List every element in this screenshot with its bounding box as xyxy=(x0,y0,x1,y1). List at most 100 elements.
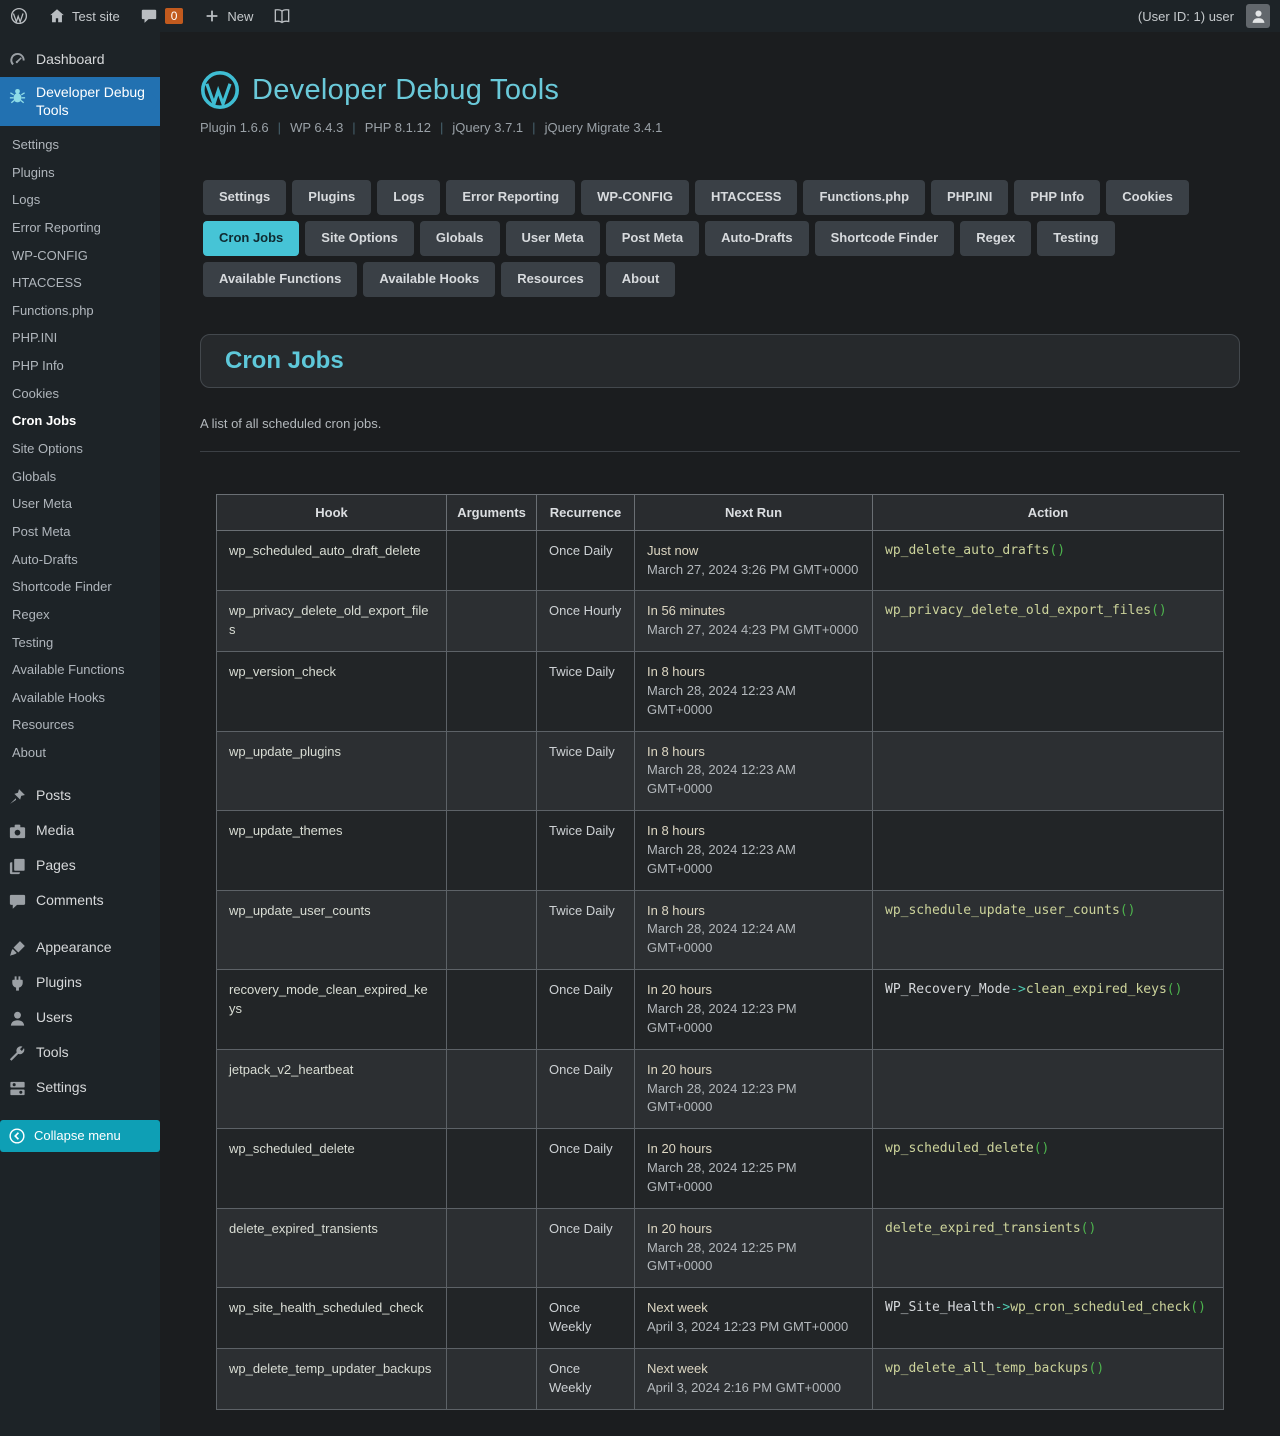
collapse-icon xyxy=(8,1127,26,1145)
menu-label: Comments xyxy=(36,892,104,909)
sidebar-item-tools[interactable]: Tools xyxy=(0,1036,160,1071)
submenu-item-functions.php[interactable]: Functions.php xyxy=(0,297,160,325)
tab-htaccess[interactable]: HTACCESS xyxy=(694,180,798,215)
submenu-item-about[interactable]: About xyxy=(0,739,160,767)
submenu-item-settings[interactable]: Settings xyxy=(0,131,160,159)
table-row: wp_delete_temp_updater_backups Once Weekl… xyxy=(216,1347,1224,1410)
action-cell xyxy=(872,651,1224,732)
next-run-relative: In 20 hours xyxy=(647,1220,713,1236)
divider xyxy=(200,450,1240,452)
pin-icon xyxy=(8,787,27,806)
submenu-item-logs[interactable]: Logs xyxy=(0,186,160,214)
submenu-item-auto-drafts[interactable]: Auto-Drafts xyxy=(0,546,160,574)
arguments-cell xyxy=(446,969,537,1050)
sidebar-item-media[interactable]: Media xyxy=(0,814,160,849)
submenu-item-available-functions[interactable]: Available Functions xyxy=(0,656,160,684)
recurrence-cell: Twice Daily xyxy=(536,730,635,812)
main-area: Developer Debug Tools Plugin 1.6.6 | WP 6.… xyxy=(160,0,1280,1436)
dashboard-icon xyxy=(8,50,27,69)
tab-logs[interactable]: Logs xyxy=(377,180,441,215)
column-header-recurrence: Recurrence xyxy=(536,493,635,531)
table-row: wp_update_user_counts Twice Daily In 8 hou… xyxy=(216,889,1224,971)
menu-label: Posts xyxy=(36,787,72,804)
tab-php.ini[interactable]: PHP.INI xyxy=(931,180,1009,215)
meta-item: PHP 8.1.12 xyxy=(364,120,431,135)
submenu-item-shortcode-finder[interactable]: Shortcode Finder xyxy=(0,573,160,601)
sidebar-item-comments[interactable]: Comments xyxy=(0,884,160,919)
action-cell xyxy=(872,730,1224,812)
tab-cookies[interactable]: Cookies xyxy=(1106,180,1189,215)
table-row: recovery_mode_clean_expired_keys Once Dai… xyxy=(216,969,1224,1050)
tab-functions.php[interactable]: Functions.php xyxy=(803,180,926,215)
page-description: A list of all scheduled cron jobs. xyxy=(200,415,382,431)
tab-plugins[interactable]: Plugins xyxy=(292,180,372,215)
site-name-link[interactable]: Test site xyxy=(38,0,130,32)
docs-link[interactable] xyxy=(263,0,301,32)
tab-post-meta[interactable]: Post Meta xyxy=(605,220,700,256)
submenu-item-php-info[interactable]: PHP Info xyxy=(0,352,160,380)
submenu-item-testing[interactable]: Testing xyxy=(0,629,160,657)
recurrence-cell: Once Daily xyxy=(536,529,635,592)
tab-wp-config[interactable]: WP-CONFIG xyxy=(581,180,689,215)
submenu-item-php.ini[interactable]: PHP.INI xyxy=(0,324,160,352)
submenu-item-plugins[interactable]: Plugins xyxy=(0,159,160,187)
tab-regex[interactable]: Regex xyxy=(960,220,1032,256)
submenu-item-resources[interactable]: Resources xyxy=(0,711,160,739)
sidebar-item-settings[interactable]: Settings xyxy=(0,1071,160,1106)
meta-item: jQuery Migrate 3.4.1 xyxy=(544,120,663,135)
arguments-cell xyxy=(446,590,537,653)
submenu-item-cookies[interactable]: Cookies xyxy=(0,380,160,408)
meta-separator: | xyxy=(439,120,444,135)
tab-available-hooks[interactable]: Available Hooks xyxy=(363,261,496,297)
sidebar-item-pages[interactable]: Pages xyxy=(0,849,160,884)
next-run-relative: Next week xyxy=(647,1300,708,1316)
submenu-item-post-meta[interactable]: Post Meta xyxy=(0,518,160,546)
settings-icon xyxy=(8,1079,27,1098)
tab-about[interactable]: About xyxy=(605,261,676,297)
tab-shortcode-finder[interactable]: Shortcode Finder xyxy=(814,220,955,256)
arguments-cell xyxy=(446,1207,537,1289)
arguments-cell xyxy=(446,651,537,732)
submenu-item-available-hooks[interactable]: Available Hooks xyxy=(0,684,160,712)
submenu-item-wp-config[interactable]: WP-CONFIG xyxy=(0,242,160,270)
media-icon xyxy=(8,822,27,841)
submenu-item-cron-jobs[interactable]: Cron Jobs xyxy=(0,407,160,435)
tab-error-reporting[interactable]: Error Reporting xyxy=(446,180,576,215)
sidebar-item-developer-debug-tools[interactable]: Developer Debug Tools xyxy=(0,77,160,126)
menu-top-group: Dashboard xyxy=(0,42,160,77)
tab-settings[interactable]: Settings xyxy=(203,180,287,215)
submenu-item-site-options[interactable]: Site Options xyxy=(0,435,160,463)
sidebar-item-appearance[interactable]: Appearance xyxy=(0,931,160,966)
tab-auto-drafts[interactable]: Auto-Drafts xyxy=(705,220,809,256)
sidebar-item-posts[interactable]: Posts xyxy=(0,779,160,814)
collapse-menu-button[interactable]: Collapse menu xyxy=(0,1119,160,1152)
tab-resources[interactable]: Resources xyxy=(501,261,600,297)
menu-admin-group: Appearance Plugins Users Tools Settings xyxy=(0,931,160,1106)
user-account-link[interactable]: (User ID: 1) user xyxy=(1128,0,1280,32)
sidebar-item-users[interactable]: Users xyxy=(0,1001,160,1036)
wp-logo-menu[interactable] xyxy=(0,0,38,32)
menu-separator xyxy=(0,919,160,931)
table-row: delete_expired_transients Once Daily In 20… xyxy=(216,1207,1224,1289)
tab-available-functions[interactable]: Available Functions xyxy=(203,261,358,297)
submenu-item-error-reporting[interactable]: Error Reporting xyxy=(0,214,160,242)
new-content-link[interactable]: New xyxy=(193,0,263,32)
submenu-item-user-meta[interactable]: User Meta xyxy=(0,490,160,518)
tab-site-options[interactable]: Site Options xyxy=(305,220,414,256)
next-run-cell: In 8 hours March 28, 2024 12:23 AM GMT+00… xyxy=(634,651,873,732)
submenu-item-htaccess[interactable]: HTACCESS xyxy=(0,269,160,297)
comments-link[interactable]: 0 xyxy=(130,0,194,32)
hook-cell: wp_update_plugins xyxy=(216,730,447,812)
sidebar-item-dashboard[interactable]: Dashboard xyxy=(0,42,160,77)
tab-user-meta[interactable]: User Meta xyxy=(505,220,600,256)
sidebar-item-plugins[interactable]: Plugins xyxy=(0,966,160,1001)
next-run-date: March 28, 2024 12:25 PM GMT+0000 xyxy=(647,1239,797,1274)
plugin-submenu: Settings Plugins Logs Error Reporting WP-CON… xyxy=(0,126,160,779)
tab-cron-jobs[interactable]: Cron Jobs xyxy=(203,220,300,256)
recurrence-cell: Twice Daily xyxy=(536,810,635,891)
submenu-item-globals[interactable]: Globals xyxy=(0,463,160,491)
tab-php-info[interactable]: PHP Info xyxy=(1014,180,1101,215)
tab-globals[interactable]: Globals xyxy=(419,220,500,256)
submenu-item-regex[interactable]: Regex xyxy=(0,601,160,629)
tab-testing[interactable]: Testing xyxy=(1037,220,1115,256)
